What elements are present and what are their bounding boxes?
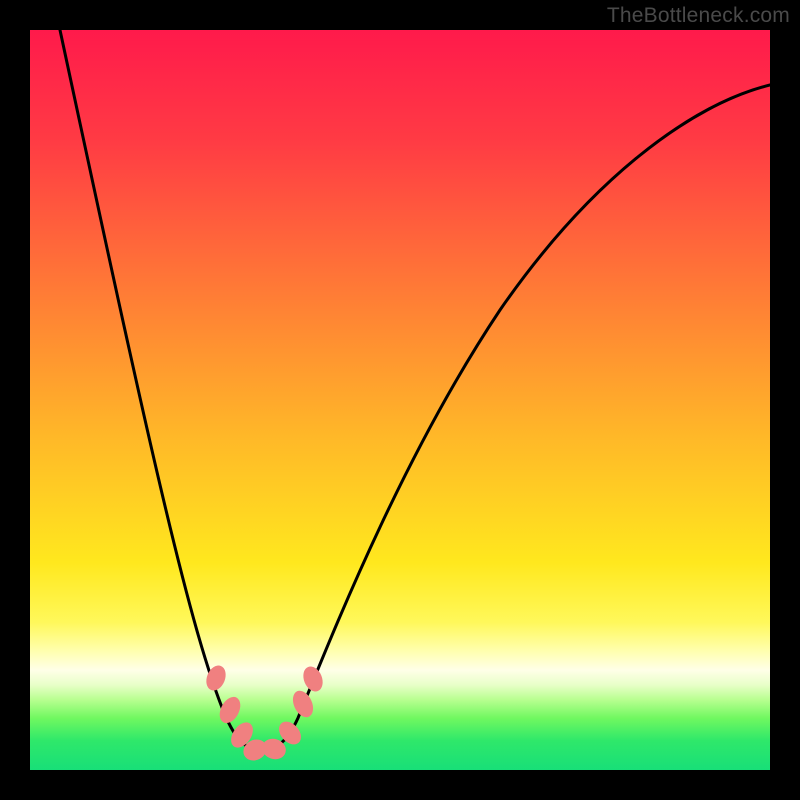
- bottleneck-curve: [60, 30, 770, 750]
- curve-marker: [300, 664, 326, 695]
- chart-frame: TheBottleneck.com: [0, 0, 800, 800]
- watermark-text: TheBottleneck.com: [607, 4, 790, 28]
- curve-layer: [30, 30, 770, 770]
- curve-marker: [289, 688, 317, 721]
- plot-area: [30, 30, 770, 770]
